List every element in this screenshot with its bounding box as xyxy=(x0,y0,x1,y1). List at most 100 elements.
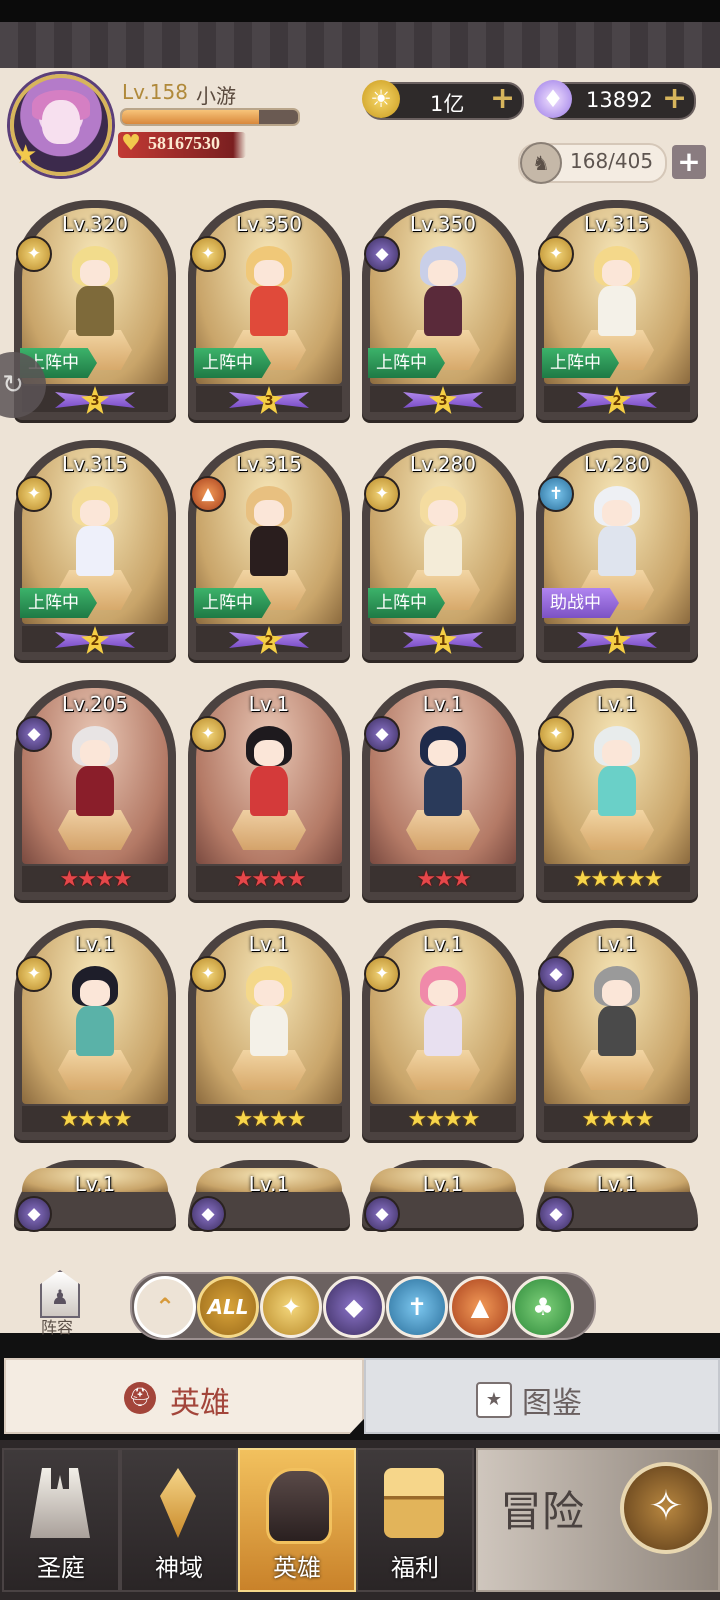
dark-faction-icon: ◆ xyxy=(190,1196,226,1232)
hero-face xyxy=(428,500,458,526)
hero-body xyxy=(250,1006,288,1056)
filter-dark-icon[interactable]: ◆ xyxy=(323,1276,385,1338)
hero-body xyxy=(250,526,288,576)
hero-body xyxy=(76,766,114,816)
wolf-faction-icon: ▲ xyxy=(190,476,226,512)
holy-faction-icon: ✝ xyxy=(538,476,574,512)
hero-sprite xyxy=(60,486,130,586)
nav-court[interactable]: 圣庭 xyxy=(2,1448,120,1592)
rank-wing-left xyxy=(403,392,437,408)
hero-level: Lv.315 xyxy=(584,212,650,236)
hero-sprite xyxy=(234,246,304,346)
hero-card[interactable]: Lv.1 ◆ xyxy=(536,1160,698,1232)
dark-faction-icon: ◆ xyxy=(16,716,52,752)
sun-faction-icon: ✦ xyxy=(16,236,52,272)
sun-faction-icon: ✦ xyxy=(190,716,226,752)
hero-face xyxy=(428,740,458,766)
hero-card[interactable]: Lv.350 ✦ 上阵中 3 xyxy=(188,200,350,420)
hero-face xyxy=(428,260,458,286)
hero-stars: ★★★★★ xyxy=(572,867,664,892)
hero-sprite xyxy=(582,246,652,346)
exp-bar xyxy=(120,108,300,126)
hero-level: Lv.1 xyxy=(248,1172,290,1196)
hero-card[interactable]: Lv.350 ◆ 上阵中 3 xyxy=(362,200,524,420)
hero-sprite xyxy=(582,726,652,826)
hero-card[interactable]: Lv.280 ✝ 助战中 1 xyxy=(536,440,698,660)
hero-card[interactable]: Lv.280 ✦ 上阵中 1 xyxy=(362,440,524,660)
nav-welfare[interactable]: 福利 xyxy=(356,1448,474,1592)
hero-body xyxy=(250,766,288,816)
hero-stars: ★★★★ xyxy=(59,867,133,892)
nav-court-label: 圣庭 xyxy=(37,1554,85,1582)
power-icon: ♥ xyxy=(121,131,141,156)
filter-all-button[interactable]: ALL xyxy=(197,1276,259,1338)
deploy-status-badge: 上阵中 xyxy=(542,348,619,378)
lineup-button[interactable]: ♟ 阵容 xyxy=(20,1270,94,1337)
sort-up-icon[interactable]: ⌃ xyxy=(134,1276,196,1338)
hero-card[interactable]: Lv.315 ✦ 上阵中 2 xyxy=(536,200,698,420)
hero-card[interactable]: Lv.1 ✦ ★★★★ xyxy=(362,920,524,1140)
rank-badge: 3 xyxy=(229,386,309,414)
rank-wing-left xyxy=(577,632,611,648)
hero-sprite xyxy=(582,966,652,1066)
hero-level: Lv.280 xyxy=(584,452,650,476)
hero-card[interactable]: Lv.315 ✦ 上阵中 2 xyxy=(14,440,176,660)
nav-hero[interactable]: 英雄 xyxy=(238,1448,356,1592)
filter-light-icon[interactable]: ✦ xyxy=(260,1276,322,1338)
hero-card[interactable]: Lv.1 ◆ xyxy=(362,1160,524,1232)
hero-level: Lv.1 xyxy=(74,1172,116,1196)
hero-card[interactable]: Lv.1 ◆ xyxy=(14,1160,176,1232)
rank-wing-right xyxy=(101,632,135,648)
hero-level: Lv.1 xyxy=(74,932,116,956)
team-expand-button[interactable]: + xyxy=(672,145,706,179)
diamond-value: 13892 xyxy=(586,88,653,112)
rank-badge: 2 xyxy=(55,626,135,654)
player-name: 小游 xyxy=(196,84,236,108)
rank-wing-left xyxy=(55,392,89,408)
hero-card[interactable]: Lv.1 ✦ ★★★★ xyxy=(14,920,176,1140)
hero-body xyxy=(250,286,288,336)
hero-body xyxy=(598,526,636,576)
hero-face xyxy=(602,740,632,766)
gold-add-button[interactable]: + xyxy=(490,84,515,114)
sun-faction-icon: ✦ xyxy=(538,716,574,752)
compass-icon: ✧ xyxy=(620,1462,712,1554)
hero-card[interactable]: Lv.1 ✦ ★★★★ xyxy=(188,920,350,1140)
hero-card[interactable]: Lv.205 ◆ ★★★★ xyxy=(14,680,176,900)
filter-wolf-icon[interactable]: ▲ xyxy=(449,1276,511,1338)
hero-level: Lv.350 xyxy=(236,212,302,236)
hero-sprite xyxy=(582,486,652,586)
hero-card[interactable]: Lv.1 ✦ ★★★★★ xyxy=(536,680,698,900)
hero-sprite xyxy=(234,726,304,826)
rank-wing-left xyxy=(229,392,263,408)
nav-domain[interactable]: 神域 xyxy=(120,1448,238,1592)
rank-wing-right xyxy=(623,632,657,648)
lineup-label: 阵容 xyxy=(40,1318,73,1337)
status-bar xyxy=(0,0,720,22)
rank-wing-left xyxy=(229,632,263,648)
hero-card[interactable]: Lv.1 ◆ xyxy=(188,1160,350,1232)
top-frieze xyxy=(0,22,720,71)
hero-face xyxy=(80,980,110,1006)
hero-card[interactable]: Lv.1 ◆ ★★★ xyxy=(362,680,524,900)
filter-nature-icon[interactable]: ♣ xyxy=(512,1276,574,1338)
deploy-status-badge: 上阵中 xyxy=(368,588,445,618)
hero-level: Lv.1 xyxy=(248,692,290,716)
book-star-icon: ★ xyxy=(476,1382,512,1418)
hero-level: Lv.280 xyxy=(410,452,476,476)
star-icon: ★ xyxy=(14,140,38,170)
tab-dex[interactable]: ★ 图鉴 xyxy=(364,1358,720,1434)
tab-hero[interactable]: ⛑ 英雄 xyxy=(4,1358,364,1434)
deploy-status-badge: 助战中 xyxy=(542,588,619,618)
hero-level: Lv.315 xyxy=(236,452,302,476)
exp-bar-fill xyxy=(122,110,260,124)
hero-face xyxy=(602,500,632,526)
hero-card[interactable]: Lv.315 ▲ 上阵中 2 xyxy=(188,440,350,660)
hero-body xyxy=(424,1006,462,1056)
filter-holy-icon[interactable]: ✝ xyxy=(386,1276,448,1338)
diamond-add-button[interactable]: + xyxy=(662,84,687,114)
hero-card[interactable]: Lv.1 ✦ ★★★★ xyxy=(188,680,350,900)
sun-faction-icon: ✦ xyxy=(190,236,226,272)
player-avatar[interactable]: ★ xyxy=(10,74,112,176)
hero-card[interactable]: Lv.1 ◆ ★★★★ xyxy=(536,920,698,1140)
